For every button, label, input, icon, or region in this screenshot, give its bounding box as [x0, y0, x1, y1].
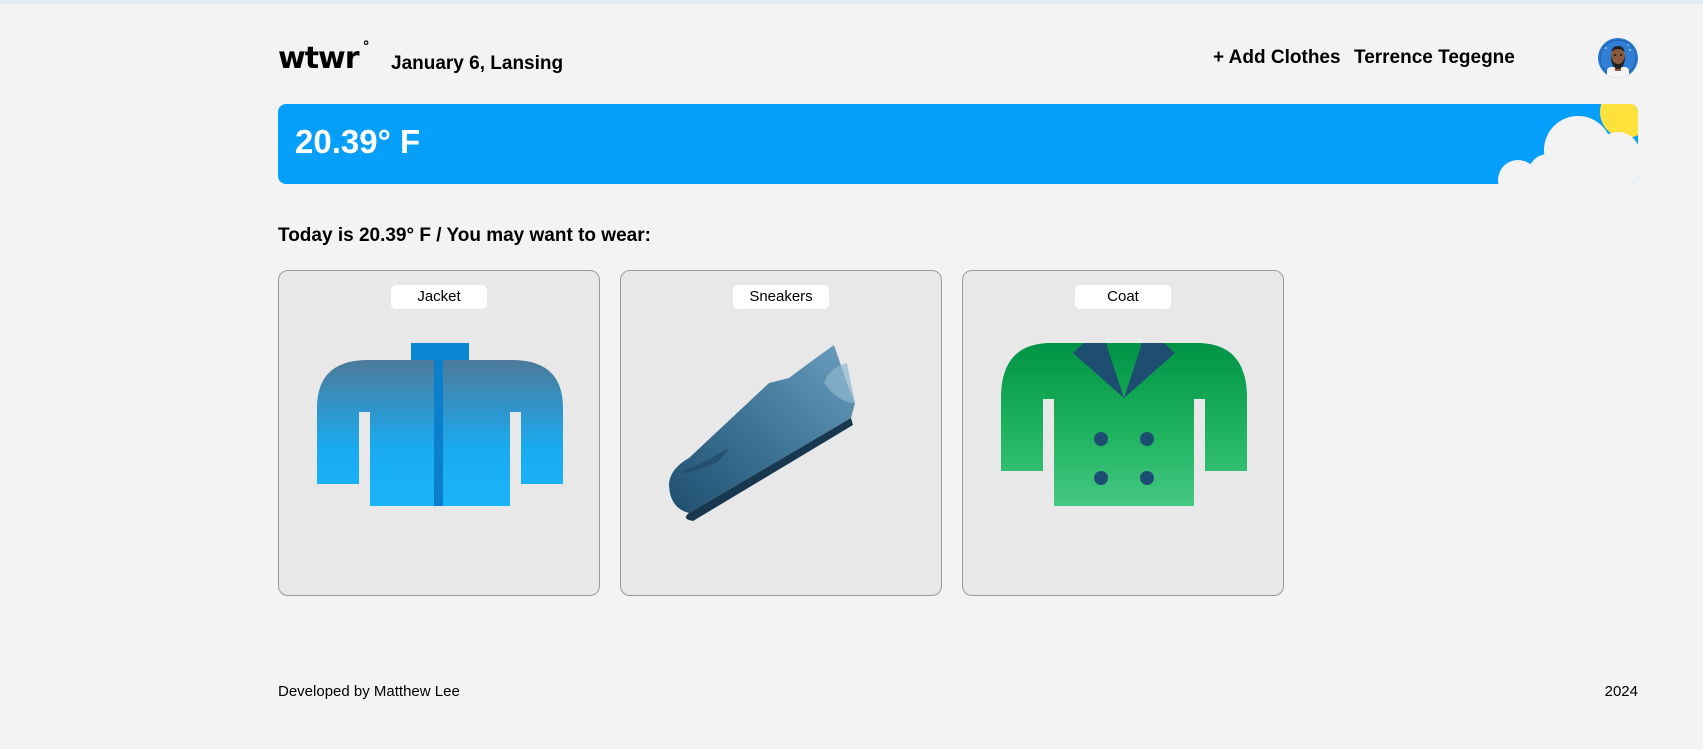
footer-year: 2024: [1604, 683, 1638, 700]
weather-temperature: 20.39° F: [295, 123, 421, 160]
card-label: Jacket: [391, 285, 487, 309]
jacket-icon: [317, 343, 563, 506]
sneaker-icon: [669, 345, 855, 521]
clothing-card-jacket[interactable]: Jacket: [278, 270, 600, 596]
date-location: January 6, Lansing: [391, 53, 564, 74]
user-name[interactable]: Terrence Tegegne: [1354, 46, 1515, 70]
card-label: Sneakers: [733, 285, 829, 309]
card-label: Coat: [1075, 285, 1171, 309]
avatar-icon: [1598, 38, 1638, 78]
avatar[interactable]: [1598, 38, 1638, 78]
clothing-suggestion-text: Today is 20.39° F / You may want to wear…: [278, 225, 651, 246]
clothing-card-coat[interactable]: Coat: [962, 270, 1284, 596]
logo[interactable]: wtwr °: [278, 40, 370, 76]
footer-developer: Developed by Matthew Lee: [278, 683, 460, 700]
sun-cloud-icon: [1498, 104, 1638, 184]
weather-card: 20.39° F: [278, 104, 1638, 184]
clothing-card-sneakers[interactable]: Sneakers: [620, 270, 942, 596]
site-header: wtwr ° January 6, Lansing + Add Clothes T…: [278, 38, 1638, 82]
add-clothes-button[interactable]: + Add Clothes: [1213, 46, 1341, 70]
logo-degree-mark: °: [362, 39, 370, 55]
logo-text: wtwr: [278, 41, 360, 76]
coat-icon: [1001, 343, 1247, 506]
